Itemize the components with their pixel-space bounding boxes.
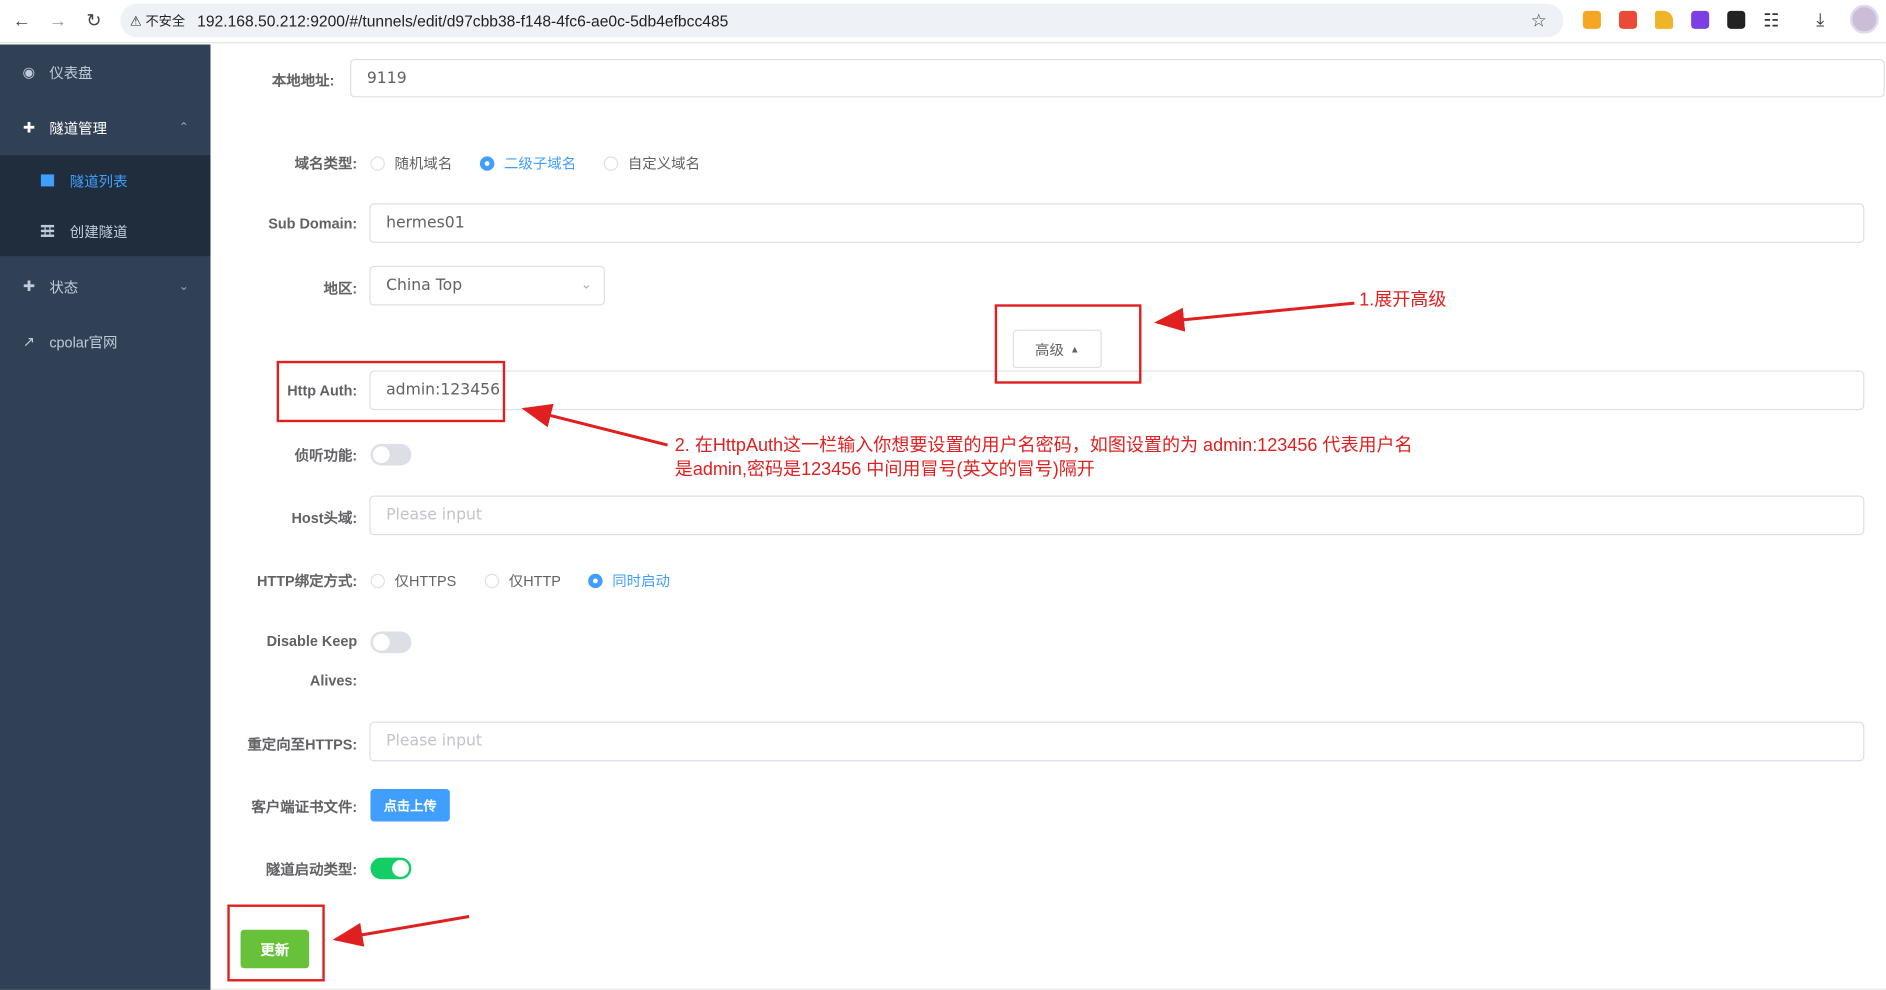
- region-select[interactable]: China Top ⌄: [369, 265, 606, 306]
- annotation-step2-line2: 是admin,密码是123456 中间用冒号(英文的冒号)隔开: [674, 459, 1095, 480]
- chevron-up-icon: ⌃: [178, 120, 189, 135]
- radio-random-domain[interactable]: 随机域名: [370, 153, 452, 173]
- upload-button[interactable]: 点击上传: [370, 789, 450, 822]
- sidebar-item-create-tunnel[interactable]: 创建隧道: [0, 206, 210, 257]
- tunnel-submenu: 隧道列表 创建隧道: [0, 155, 211, 257]
- browser-toolbar: ← → ↻ ⚠ 不安全 192.168.50.212:9200/#/tunnel…: [0, 0, 1886, 44]
- profile-avatar[interactable]: [1849, 4, 1879, 34]
- chevron-down-icon: ⌄: [580, 276, 592, 293]
- radio-dot: [370, 573, 385, 588]
- annotation-box-advanced: [994, 304, 1142, 384]
- disable-keepalives-switch[interactable]: [370, 631, 412, 654]
- annotation-box-http-auth: [276, 360, 506, 423]
- listen-feature-switch[interactable]: [370, 443, 412, 466]
- radio-http-only[interactable]: 仅HTTP: [484, 570, 561, 590]
- status-icon: ✚: [22, 277, 35, 295]
- startup-type-label: 隧道启动类型:: [265, 861, 358, 879]
- url-text[interactable]: 192.168.50.212:9200/#/tunnels/edit/d97cb…: [197, 11, 728, 29]
- radio-label: 仅HTTPS: [394, 572, 457, 590]
- back-icon[interactable]: ←: [4, 2, 40, 38]
- sidebar-item-label: 仪表盘: [49, 64, 93, 82]
- domain-type-label: 域名类型:: [294, 155, 358, 173]
- bookmark-star-icon[interactable]: ☆: [1531, 10, 1547, 31]
- extension-icon-2[interactable]: [1618, 10, 1638, 29]
- region-label: 地区:: [323, 280, 358, 298]
- radio-label: 随机域名: [394, 155, 453, 173]
- sidebar-item-tunnel-management[interactable]: ✚ 隧道管理 ⌃: [0, 100, 210, 155]
- dashboard-icon: ◉: [22, 63, 36, 81]
- puzzle-extensions-icon[interactable]: ☷: [1763, 10, 1779, 31]
- sub-domain-label: Sub Domain:: [268, 215, 358, 233]
- annotation-box-update: [227, 904, 325, 982]
- client-cert-label: 客户端证书文件:: [251, 798, 358, 816]
- reload-icon[interactable]: ↻: [76, 2, 112, 38]
- sub-domain-input[interactable]: hermes01: [369, 203, 1865, 243]
- radio-dot: [603, 155, 619, 171]
- tunnel-edit-form: 本地地址: 9119 域名类型: 随机域名 二级子域名 自定义域名 Sub Do…: [210, 44, 1886, 990]
- radio-https-only[interactable]: 仅HTTPS: [370, 570, 456, 590]
- startup-type-switch[interactable]: [370, 857, 412, 880]
- sidebar-item-label: cpolar官网: [49, 333, 118, 351]
- extension-icon-4[interactable]: [1691, 10, 1710, 29]
- radio-both[interactable]: 同时启动: [588, 570, 670, 590]
- radio-label: 仅HTTP: [508, 572, 561, 590]
- grid-icon: [40, 224, 55, 237]
- sidebar-item-cpolar-site[interactable]: ↗ cpolar官网: [0, 314, 210, 369]
- sidebar-item-label: 隧道列表: [69, 172, 128, 190]
- radio-dot: [370, 155, 385, 171]
- annotation-step1: 1.展开高级: [1359, 289, 1447, 311]
- local-address-input[interactable]: 9119: [350, 58, 1885, 98]
- http-bind-label: HTTP绑定方式:: [257, 572, 358, 590]
- grid-icon: [40, 174, 55, 187]
- address-bar[interactable]: ⚠ 不安全 192.168.50.212:9200/#/tunnels/edit…: [120, 3, 1564, 38]
- radio-dot: [479, 155, 495, 171]
- sidebar: ◉ 仪表盘 ✚ 隧道管理 ⌃ 隧道列表 创建隧道 ✚ 状态 ⌄ ↗ cpolar…: [0, 44, 211, 990]
- disable-keepalives-label-line2: Alives:: [309, 672, 358, 690]
- security-label: 不安全: [145, 14, 186, 29]
- radio-dot: [484, 573, 500, 588]
- download-icon[interactable]: ⤓: [1816, 10, 1824, 30]
- radio-label: 自定义域名: [627, 155, 701, 173]
- forward-icon[interactable]: →: [40, 2, 76, 38]
- chevron-down-icon: ⌄: [178, 279, 189, 293]
- radio-label: 同时启动: [612, 572, 670, 590]
- sidebar-item-label: 创建隧道: [69, 223, 128, 240]
- extension-icon-5[interactable]: [1727, 10, 1746, 29]
- host-header-input[interactable]: Please input: [369, 495, 1865, 536]
- disable-keepalives-label-line1: Disable Keep: [266, 632, 358, 650]
- local-address-label: 本地地址:: [271, 72, 335, 90]
- security-warning[interactable]: ⚠ 不安全: [130, 11, 185, 30]
- radio-custom-domain[interactable]: 自定义域名: [603, 153, 701, 173]
- extension-icon-3[interactable]: [1655, 10, 1674, 29]
- listen-feature-label: 侦听功能:: [294, 447, 358, 465]
- redirect-https-input[interactable]: Please input: [369, 721, 1865, 762]
- sidebar-item-status[interactable]: ✚ 状态 ⌄: [0, 259, 210, 314]
- host-header-label: Host头域:: [291, 509, 358, 527]
- extension-icon-1[interactable]: [1582, 10, 1601, 29]
- radio-dot: [588, 573, 603, 588]
- sidebar-item-label: 隧道管理: [49, 119, 108, 137]
- external-link-icon: ↗: [22, 333, 35, 351]
- sidebar-item-dashboard[interactable]: ◉ 仪表盘: [0, 45, 210, 100]
- radio-subdomain[interactable]: 二级子域名: [479, 153, 577, 173]
- tunnel-icon: ✚: [22, 119, 35, 136]
- annotation-step2-line1: 2. 在HttpAuth这一栏输入你想要设置的用户名密码，如图设置的为 admi…: [674, 435, 1413, 456]
- radio-label: 二级子域名: [503, 155, 577, 173]
- redirect-https-label: 重定向至HTTPS:: [247, 736, 358, 753]
- sidebar-item-tunnel-list[interactable]: 隧道列表: [0, 155, 210, 206]
- region-selected-value: China Top: [386, 276, 463, 295]
- sidebar-item-label: 状态: [49, 278, 79, 296]
